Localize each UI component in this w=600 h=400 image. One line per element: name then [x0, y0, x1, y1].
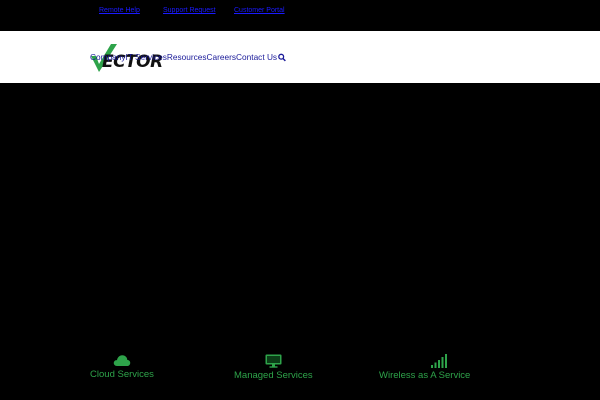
main-nav: Company IT Services Resources Careers Co…	[90, 52, 286, 62]
nav-item-company[interactable]: Company	[90, 52, 126, 62]
service-label: Wireless as A Service	[379, 370, 471, 381]
nav-item-careers[interactable]: Careers	[207, 52, 237, 62]
customer-portal-link[interactable]: Customer Portal	[234, 6, 285, 16]
service-label: Cloud Services	[90, 369, 154, 380]
nav-item-resources[interactable]: Resources	[167, 52, 207, 62]
service-wireless[interactable]: Wireless as A Service	[379, 354, 471, 382]
monitor-icon	[265, 354, 281, 368]
service-label: Managed Services	[234, 370, 313, 381]
service-managed[interactable]: Managed Services	[234, 354, 313, 382]
remote-help-link[interactable]: Remote Help	[99, 6, 140, 16]
cloud-icon	[113, 355, 131, 366]
search-icon[interactable]	[278, 53, 286, 62]
utility-bar: Remote Help Support Request Customer Por…	[0, 0, 600, 31]
nav-item-it-services[interactable]: IT Services	[126, 52, 167, 62]
service-cloud[interactable]: Cloud Services	[90, 354, 154, 381]
hero-banner	[0, 83, 600, 400]
nav-item-contact-us[interactable]: Contact Us	[236, 52, 277, 62]
support-request-link[interactable]: Support Request	[163, 6, 216, 16]
site-header: ECTOR Company IT Services Resources Care…	[0, 31, 600, 83]
signal-bars-icon	[431, 354, 447, 368]
